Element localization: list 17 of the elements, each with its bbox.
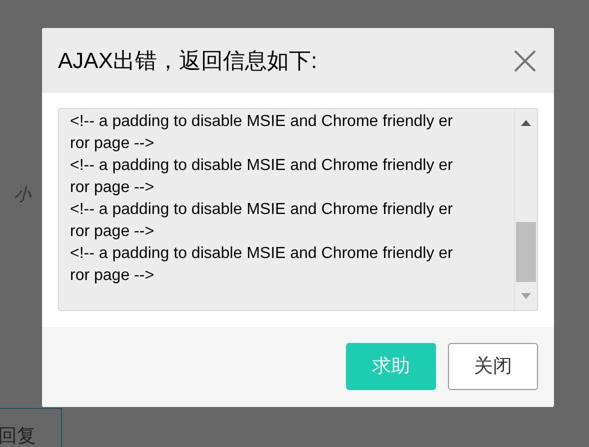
scroll-down-icon[interactable] [521, 293, 531, 299]
scroll-up-icon[interactable] [521, 120, 531, 126]
scrollbar-thumb[interactable] [516, 222, 536, 282]
message-line: <!-- a padding to disable MSIE and Chrome friendly er [70, 112, 454, 132]
message-line: ror page --> [70, 178, 156, 198]
message-line: <!-- a padding to disable MSIE and Chrome friendly er [70, 200, 454, 220]
message-line: ror page --> [70, 222, 156, 242]
help-button[interactable]: 求助 [346, 342, 436, 390]
dialog-title: AJAX出错，返回信息如下: [58, 46, 318, 74]
reply-button[interactable]: 回复 [0, 408, 62, 447]
message-textarea[interactable] [58, 108, 538, 311]
message-line: ror page --> [70, 134, 156, 154]
message-line: <!-- a padding to disable MSIE and Chrome friendly er [70, 156, 454, 176]
message-line: <!-- a padding to disable MSIE and Chrome friendly er [70, 244, 454, 264]
close-icon[interactable] [514, 50, 536, 72]
message-line: ror page --> [70, 266, 156, 286]
close-button[interactable]: 关闭 [448, 342, 538, 390]
